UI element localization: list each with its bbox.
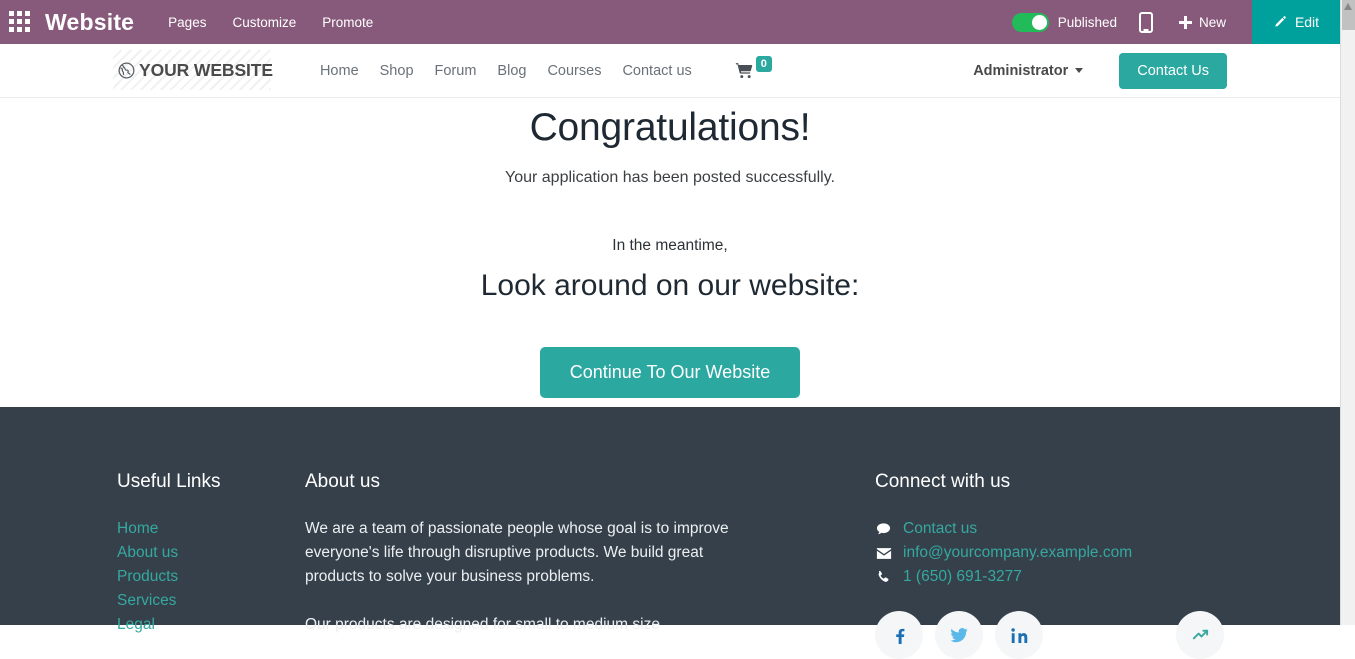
footer-social-links (875, 611, 1255, 659)
share-icon[interactable] (1176, 611, 1224, 659)
publish-toggle[interactable]: Published (1011, 12, 1139, 32)
header-right-group: Administrator Contact Us (973, 52, 1227, 89)
apps-grid-cell (17, 11, 22, 16)
meantime-text: In the meantime, (612, 237, 728, 254)
footer-useful-links-title: Useful Links (117, 471, 221, 492)
user-menu-label: Administrator (973, 62, 1069, 79)
apps-grid-cell (17, 19, 22, 24)
site-footer: Useful Links Home About us Products Serv… (0, 407, 1340, 659)
app-title[interactable]: Website (45, 9, 134, 36)
main-content: Congratulations! Your application has be… (0, 98, 1340, 407)
twitter-icon[interactable] (935, 611, 983, 659)
publish-switch[interactable] (1011, 12, 1049, 32)
footer-about-title: About us (305, 471, 380, 492)
publish-label: Published (1057, 14, 1117, 30)
footer-link-about-us[interactable]: About us (117, 541, 277, 565)
footer-contact-us-link[interactable]: Contact us (903, 517, 977, 541)
page-scrollbar[interactable] (1340, 0, 1355, 625)
apps-grid-cell (25, 19, 30, 24)
new-button[interactable]: New (1178, 14, 1226, 30)
new-button-label: New (1198, 14, 1226, 30)
footer-about-paragraph-1: We are a team of passionate people whose… (305, 520, 729, 585)
success-message: Your application has been posted success… (505, 169, 835, 186)
envelope-icon (875, 547, 892, 560)
facebook-icon[interactable] (875, 611, 923, 659)
apps-grid-icon[interactable] (9, 11, 33, 33)
scroll-up-arrow-icon[interactable] (1343, 2, 1353, 12)
edit-button[interactable]: Edit (1252, 0, 1340, 44)
apps-grid-cell (25, 27, 30, 32)
site-logo-text: YOUR WEBSITE (139, 60, 273, 80)
editor-menu: Pages Customize Promote (168, 15, 373, 30)
website-header: YOUR WEBSITE Home Shop Forum Blog Course… (0, 44, 1340, 98)
footer-contact-row: Contact us (875, 517, 1255, 541)
nav-item-contact-us[interactable]: Contact us (622, 63, 691, 79)
cart-count-badge: 0 (755, 55, 772, 72)
footer-link-products[interactable]: Products (117, 565, 277, 589)
mobile-icon[interactable] (1138, 11, 1153, 33)
nav-item-blog[interactable]: Blog (497, 63, 526, 79)
edit-button-label: Edit (1294, 14, 1320, 30)
footer-connect-column: Connect with us Contact us info@yourcomp… (875, 471, 1255, 659)
footer-email-row: info@yourcompany.example.com (875, 541, 1255, 565)
look-around-heading: Look around on our website: (480, 269, 860, 302)
cart-button[interactable]: 0 (735, 55, 772, 80)
footer-useful-links-column: Useful Links Home About us Products Serv… (117, 471, 277, 637)
phone-icon (875, 570, 892, 585)
footer-link-home[interactable]: Home (117, 517, 277, 541)
user-menu-dropdown[interactable]: Administrator (973, 62, 1084, 79)
nav-item-courses[interactable]: Courses (547, 63, 601, 79)
pencil-icon (1273, 15, 1287, 29)
footer-about-column: About us We are a team of passionate peo… (305, 471, 765, 637)
footer-link-services[interactable]: Services (117, 589, 277, 613)
menu-item-pages[interactable]: Pages (168, 15, 206, 30)
apps-grid-cell (17, 27, 22, 32)
shopping-cart-icon (735, 62, 754, 80)
apps-grid-cell (9, 27, 14, 32)
footer-about-paragraph-2: Our products are designed for small to m… (305, 616, 660, 633)
apps-grid-cell (9, 11, 14, 16)
site-logo[interactable]: YOUR WEBSITE (113, 50, 287, 91)
footer-link-legal[interactable]: Legal (117, 613, 277, 637)
continue-to-website-button[interactable]: Continue To Our Website (539, 347, 801, 398)
editor-topbar-right: Published New Edit (1011, 0, 1340, 44)
chevron-down-icon (1075, 68, 1084, 73)
main-navigation: Home Shop Forum Blog Courses Contact us (320, 63, 692, 79)
footer-phone-link[interactable]: 1 (650) 691-3277 (903, 565, 1022, 589)
menu-item-customize[interactable]: Customize (232, 15, 296, 30)
odoo-editor-topbar: Website Pages Customize Promote Publishe… (0, 0, 1340, 44)
comment-icon (875, 522, 892, 537)
page-title: Congratulations! (529, 106, 811, 149)
plus-icon (1178, 15, 1192, 29)
footer-email-link[interactable]: info@yourcompany.example.com (903, 541, 1132, 565)
nav-item-shop[interactable]: Shop (380, 63, 414, 79)
footer-connect-title: Connect with us (875, 471, 1011, 492)
globe-icon (117, 61, 136, 80)
linkedin-icon[interactable] (995, 611, 1043, 659)
apps-grid-cell (9, 19, 14, 24)
footer-phone-row: 1 (650) 691-3277 (875, 565, 1255, 589)
nav-item-forum[interactable]: Forum (435, 63, 477, 79)
apps-grid-cell (25, 11, 30, 16)
contact-us-button[interactable]: Contact Us (1119, 52, 1227, 89)
nav-item-home[interactable]: Home (320, 63, 359, 79)
menu-item-promote[interactable]: Promote (322, 15, 373, 30)
